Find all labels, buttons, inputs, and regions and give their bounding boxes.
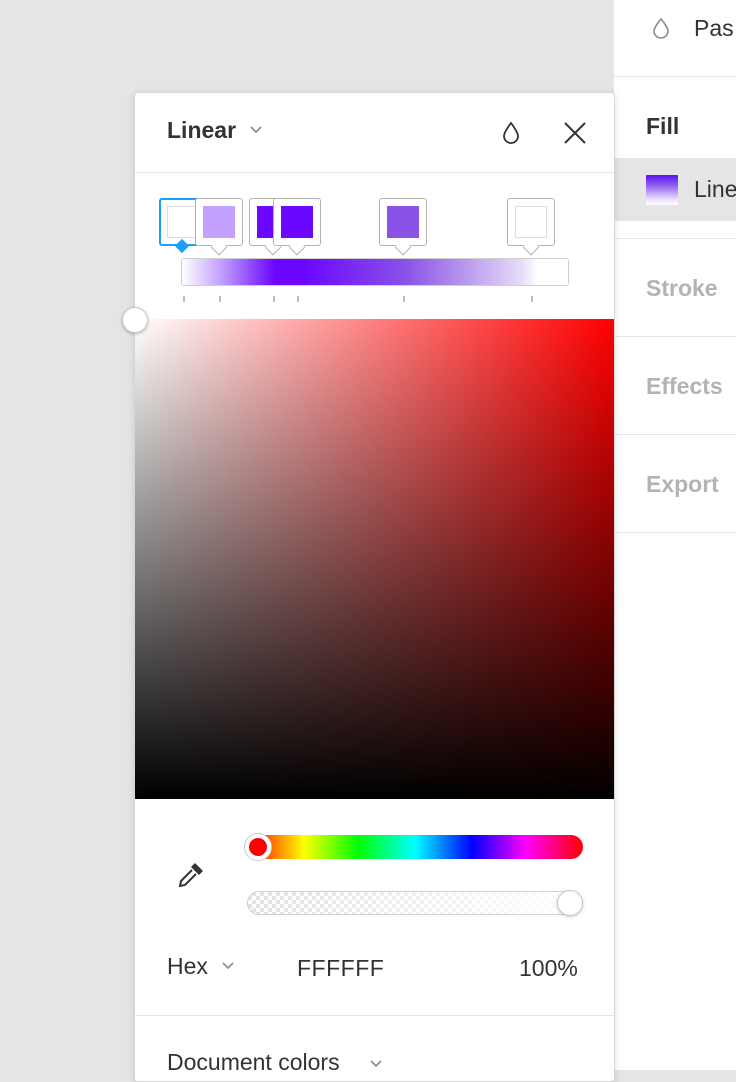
properties-panel: Pas Fill Line Stroke Effects Export xyxy=(614,0,736,1070)
gradient-stop[interactable] xyxy=(195,198,243,256)
hue-slider-handle[interactable] xyxy=(245,834,271,860)
stop-swatch xyxy=(203,206,235,238)
divider xyxy=(614,238,736,239)
opacity-drop-icon[interactable] xyxy=(501,121,521,145)
hex-input[interactable]: FFFFFF xyxy=(297,955,384,982)
paint-type-label[interactable]: Linear xyxy=(167,117,236,144)
stop-tick xyxy=(273,296,275,302)
close-icon[interactable] xyxy=(563,121,587,145)
divider xyxy=(614,434,736,435)
stop-tick xyxy=(403,296,405,302)
picker-header: Linear xyxy=(135,93,614,173)
stop-tick xyxy=(219,296,221,302)
stop-tick xyxy=(297,296,299,302)
eyedropper-icon[interactable] xyxy=(175,859,207,891)
fill-item-row[interactable]: Line xyxy=(614,158,736,221)
color-picker-panel: Linear Hex FFFFFF 100% Document colors xyxy=(122,92,615,1082)
pass-through-row[interactable]: Pas xyxy=(614,0,736,76)
fill-item-label: Line xyxy=(694,176,736,202)
fill-section-title: Fill xyxy=(646,113,680,139)
stop-tick xyxy=(531,296,533,302)
opacity-input[interactable]: 100% xyxy=(519,955,578,982)
gradient-bar[interactable] xyxy=(181,258,569,286)
stop-pointer xyxy=(522,238,540,256)
stop-pointer xyxy=(288,238,306,256)
stop-swatch xyxy=(281,206,313,238)
color-format-select[interactable]: Hex xyxy=(167,953,208,980)
effects-section-title[interactable]: Effects xyxy=(646,373,723,400)
opacity-slider[interactable] xyxy=(247,891,583,915)
gradient-stop[interactable] xyxy=(507,198,555,256)
stroke-section-title[interactable]: Stroke xyxy=(646,275,718,302)
hue-slider[interactable] xyxy=(247,835,583,859)
export-section-title[interactable]: Export xyxy=(646,471,719,498)
gradient-stops-area xyxy=(135,174,614,317)
chevron-down-icon[interactable] xyxy=(369,1059,383,1069)
chevron-down-icon[interactable] xyxy=(221,961,235,971)
chevron-down-icon[interactable] xyxy=(249,125,263,135)
stop-tick xyxy=(183,296,185,302)
divider xyxy=(614,76,736,77)
saturation-brightness-handle[interactable] xyxy=(122,307,148,333)
divider xyxy=(135,1015,614,1016)
divider xyxy=(614,336,736,337)
divider xyxy=(614,532,736,533)
stop-swatch xyxy=(515,206,547,238)
gradient-stop[interactable] xyxy=(379,198,427,256)
stop-swatch xyxy=(387,206,419,238)
stop-pointer xyxy=(174,238,190,254)
blend-mode-label: Pas xyxy=(694,15,734,41)
opacity-drop-icon xyxy=(653,17,669,39)
stop-pointer xyxy=(394,238,412,256)
stop-pointer xyxy=(210,238,228,256)
saturation-brightness-field[interactable] xyxy=(135,319,614,799)
document-colors-label[interactable]: Document colors xyxy=(167,1049,340,1076)
fill-swatch[interactable] xyxy=(646,175,678,205)
opacity-slider-handle[interactable] xyxy=(557,890,583,916)
gradient-stop[interactable] xyxy=(273,198,321,256)
